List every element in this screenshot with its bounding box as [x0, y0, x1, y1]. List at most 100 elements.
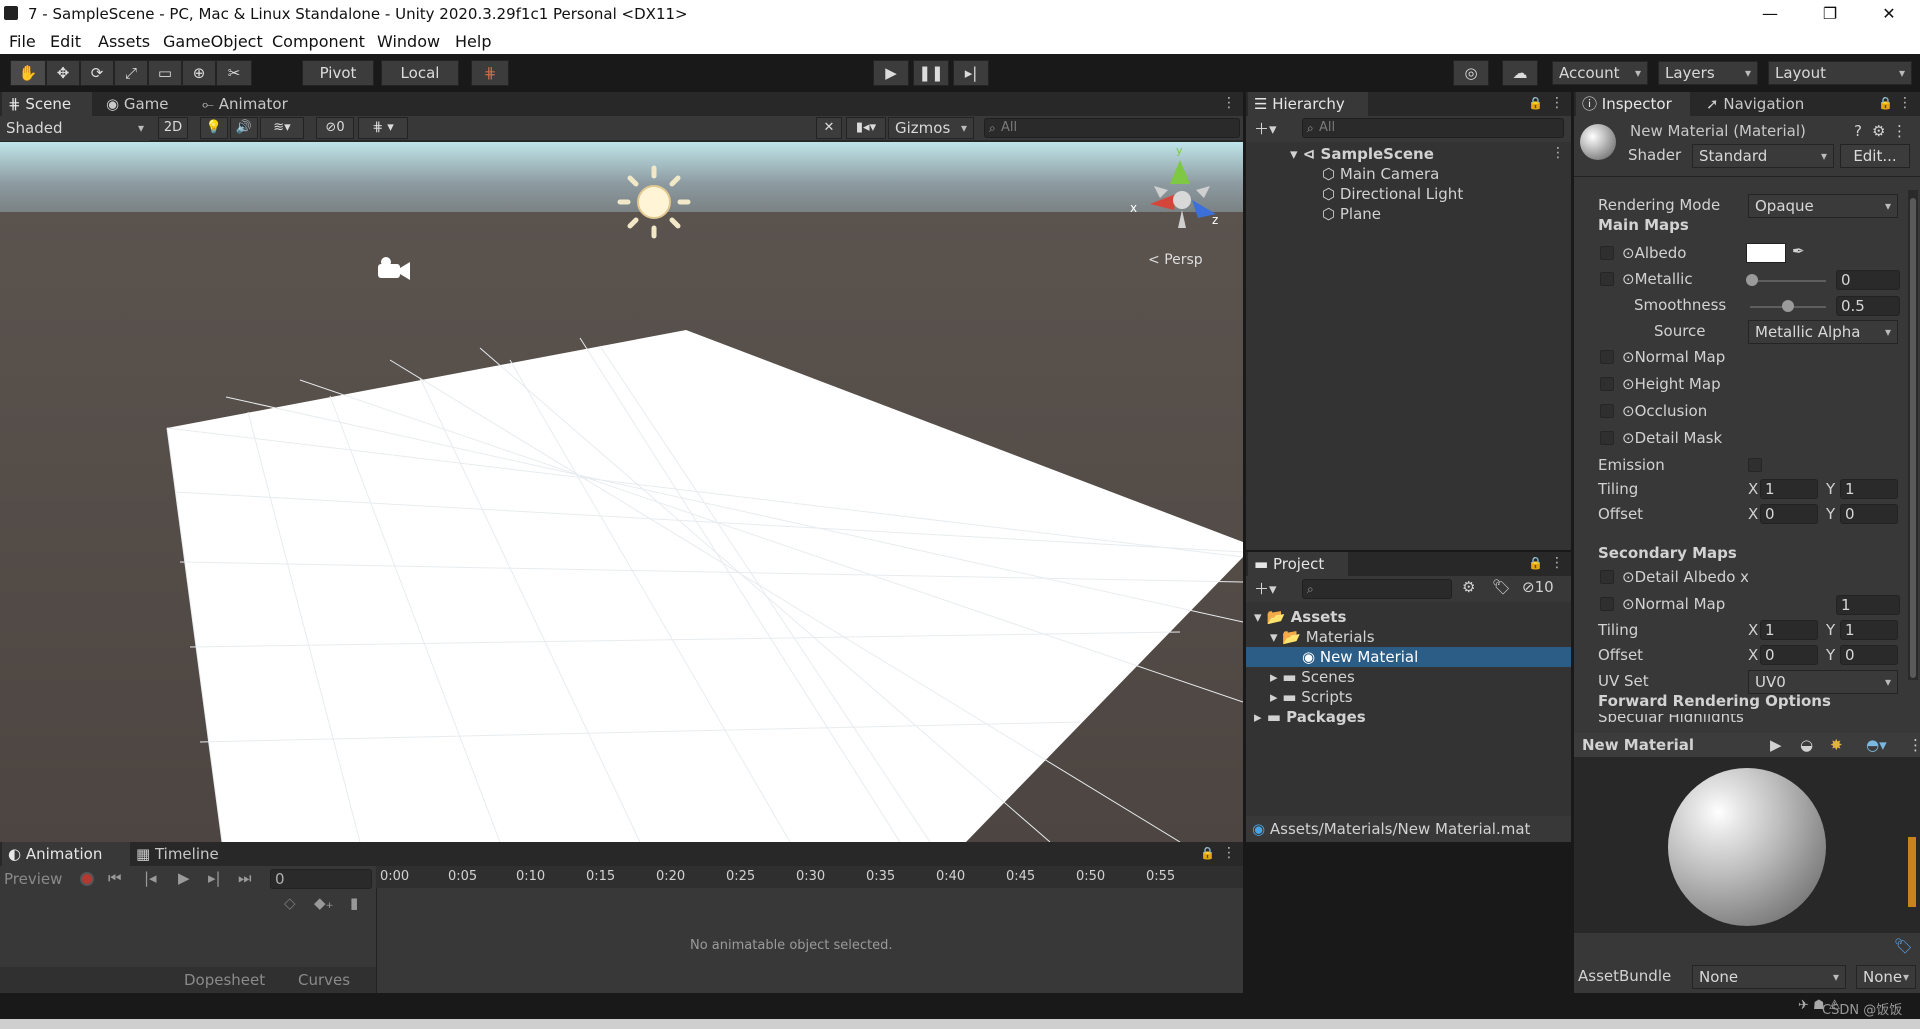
source-dropdown[interactable]: Metallic Alpha [1748, 320, 1898, 344]
cloud-icon[interactable]: ☁ [1502, 60, 1538, 86]
rect-tool-icon[interactable]: ▭ [148, 60, 182, 86]
play-animation-button[interactable]: ▶ [178, 869, 190, 887]
preview-shape-icon[interactable]: ◒ [1800, 736, 1813, 754]
preview-menu-icon[interactable]: ⋮ [1908, 736, 1920, 754]
local-toggle[interactable]: Local [381, 60, 459, 86]
grid-snap-icon[interactable]: ⋕ [471, 60, 509, 86]
hand-tool-icon[interactable]: ✋ [10, 60, 46, 86]
tab-hierarchy[interactable]: ☰ Hierarchy [1248, 92, 1368, 116]
collab-icon[interactable]: ◎ [1453, 60, 1489, 86]
animation-menu-icon[interactable]: ⋮ [1222, 845, 1236, 863]
tab-animation[interactable]: ◐ Animation [2, 842, 130, 866]
move-tool-icon[interactable]: ✥ [46, 60, 80, 86]
close-button[interactable]: ✕ [1862, 0, 1916, 28]
camera-dropdown-icon[interactable]: ▮◂▾ [846, 117, 886, 139]
rendering-mode-dropdown[interactable]: Opaque [1748, 194, 1898, 218]
tab-game[interactable]: ◉ Game [100, 92, 184, 116]
custom-tool-icon[interactable]: ✂ [216, 60, 252, 86]
prev-key-button[interactable]: |◂ [144, 869, 157, 887]
hierarchy-item-main-camera[interactable]: ⬡ Main Camera [1322, 165, 1439, 183]
smoothness-slider-handle[interactable] [1782, 300, 1794, 312]
tree-scripts[interactable]: ▸ ▬ Scripts [1270, 688, 1353, 706]
layers-dropdown[interactable]: Layers [1658, 61, 1758, 85]
tiling2-y-input[interactable]: 1 [1840, 620, 1898, 640]
project-create-dropdown-icon[interactable]: ＋▾ [1254, 578, 1277, 599]
shading-dropdown[interactable]: Shaded [0, 117, 150, 141]
lock-icon[interactable]: 🔒 [1528, 556, 1543, 570]
lighting-toggle-icon[interactable]: 💡 [200, 117, 228, 139]
first-key-button[interactable]: ⏮ [108, 869, 122, 887]
detail-albedo-slot[interactable] [1600, 570, 1614, 584]
account-dropdown[interactable]: Account [1552, 61, 1648, 85]
preview-play-icon[interactable]: ▶ [1770, 736, 1782, 754]
tools-icon[interactable]: ✕ [816, 117, 842, 139]
tab-project[interactable]: ▬ Project [1248, 552, 1348, 576]
pivot-toggle[interactable]: Pivot [302, 60, 374, 86]
tree-materials[interactable]: ▾ 📂 Materials [1270, 628, 1375, 646]
metallic-texture-slot[interactable] [1600, 272, 1614, 286]
grid-dropdown-icon[interactable]: ⋕ ▾ [358, 117, 408, 139]
record-button[interactable] [80, 872, 94, 886]
create-dropdown-icon[interactable]: ＋▾ [1254, 118, 1277, 139]
gizmos-dropdown[interactable]: Gizmos [888, 117, 974, 139]
menu-assets[interactable]: Assets [98, 32, 150, 51]
tree-scenes[interactable]: ▸ ▬ Scenes [1270, 668, 1355, 686]
occlusion-slot[interactable] [1600, 404, 1614, 418]
menu-file[interactable]: File [9, 32, 36, 51]
menu-edit[interactable]: Edit [50, 32, 81, 51]
offset2-x-input[interactable]: 0 [1760, 645, 1818, 665]
uv-set-dropdown[interactable]: UV0 [1748, 670, 1898, 694]
add-keyframe-icon[interactable]: ◇ [284, 894, 296, 912]
asset-bundle-dropdown[interactable]: None [1692, 965, 1846, 989]
eyedropper-icon[interactable]: ✒ [1792, 242, 1805, 260]
tiling-y-input[interactable]: 1 [1840, 479, 1898, 499]
lock-icon[interactable]: 🔒 [1200, 846, 1215, 860]
effects-dropdown-icon[interactable]: ≋▾ [260, 117, 304, 139]
scene-root-menu-icon[interactable]: ⋮ [1551, 145, 1565, 163]
filter-label-icon[interactable]: 🏷 [1492, 578, 1511, 596]
project-menu-icon[interactable]: ⋮ [1550, 555, 1564, 573]
hierarchy-item-plane[interactable]: ⬡ Plane [1322, 205, 1381, 223]
last-key-button[interactable]: ⏭ [238, 869, 252, 887]
hierarchy-search-input[interactable]: All [1302, 118, 1564, 138]
scale-tool-icon[interactable]: ⤢ [114, 60, 148, 86]
next-key-button[interactable]: ▸| [208, 869, 221, 887]
normal-map2-scale-input[interactable]: 1 [1836, 595, 1900, 615]
rotate-tool-icon[interactable]: ⟳ [80, 60, 114, 86]
inspector-menu-icon[interactable]: ⋮ [1898, 95, 1912, 113]
hierarchy-item-directional-light[interactable]: ⬡ Directional Light [1322, 185, 1463, 203]
pause-button[interactable]: ❚❚ [913, 60, 949, 86]
scene-menu-icon[interactable]: ⋮ [1222, 95, 1236, 113]
normal-map2-slot[interactable] [1600, 597, 1614, 611]
2d-toggle[interactable]: 2D [158, 117, 188, 139]
filter-type-icon[interactable]: ⚙ [1462, 578, 1475, 596]
preview-light-icon[interactable]: ✸ [1830, 736, 1843, 754]
settings-icon[interactable]: ⚙ [1872, 122, 1885, 140]
menu-component[interactable]: Component [272, 32, 365, 51]
menu-window[interactable]: Window [377, 32, 440, 51]
inspector-scrollbar[interactable] [1908, 190, 1918, 680]
component-menu-icon[interactable]: ⋮ [1892, 122, 1907, 140]
asset-bundle-variant-dropdown[interactable]: None [1856, 965, 1916, 989]
emission-checkbox[interactable] [1748, 458, 1762, 472]
detail-mask-slot[interactable] [1600, 431, 1614, 445]
preview-scrollbar[interactable] [1908, 837, 1916, 907]
tab-inspector[interactable]: ⓘ Inspector [1576, 92, 1690, 116]
time-ruler[interactable]: 0:00 0:05 0:10 0:15 0:20 0:25 0:30 0:35 … [376, 866, 1243, 888]
project-search-input[interactable] [1302, 579, 1452, 599]
hidden-objects-toggle[interactable]: ⊘0 [316, 117, 354, 139]
tab-timeline[interactable]: ▦ Timeline [130, 842, 240, 866]
hidden-packages-toggle[interactable]: ⊘10 [1522, 578, 1554, 596]
offset-y-input[interactable]: 0 [1840, 504, 1898, 524]
offset2-y-input[interactable]: 0 [1840, 645, 1898, 665]
albedo-texture-slot[interactable] [1600, 246, 1614, 260]
minimize-button[interactable]: — [1743, 0, 1797, 28]
add-event-icon[interactable]: ▮ [350, 894, 358, 912]
normal-map-slot[interactable] [1600, 350, 1614, 364]
add-event-marker-icon[interactable]: ◆₊ [314, 894, 333, 912]
dopesheet-tab[interactable]: Dopesheet [184, 971, 265, 989]
edit-shader-button[interactable]: Edit... [1840, 144, 1910, 168]
shader-dropdown[interactable]: Standard [1692, 144, 1834, 168]
restore-button[interactable]: ❐ [1803, 0, 1857, 28]
albedo-color-swatch[interactable] [1746, 243, 1786, 263]
